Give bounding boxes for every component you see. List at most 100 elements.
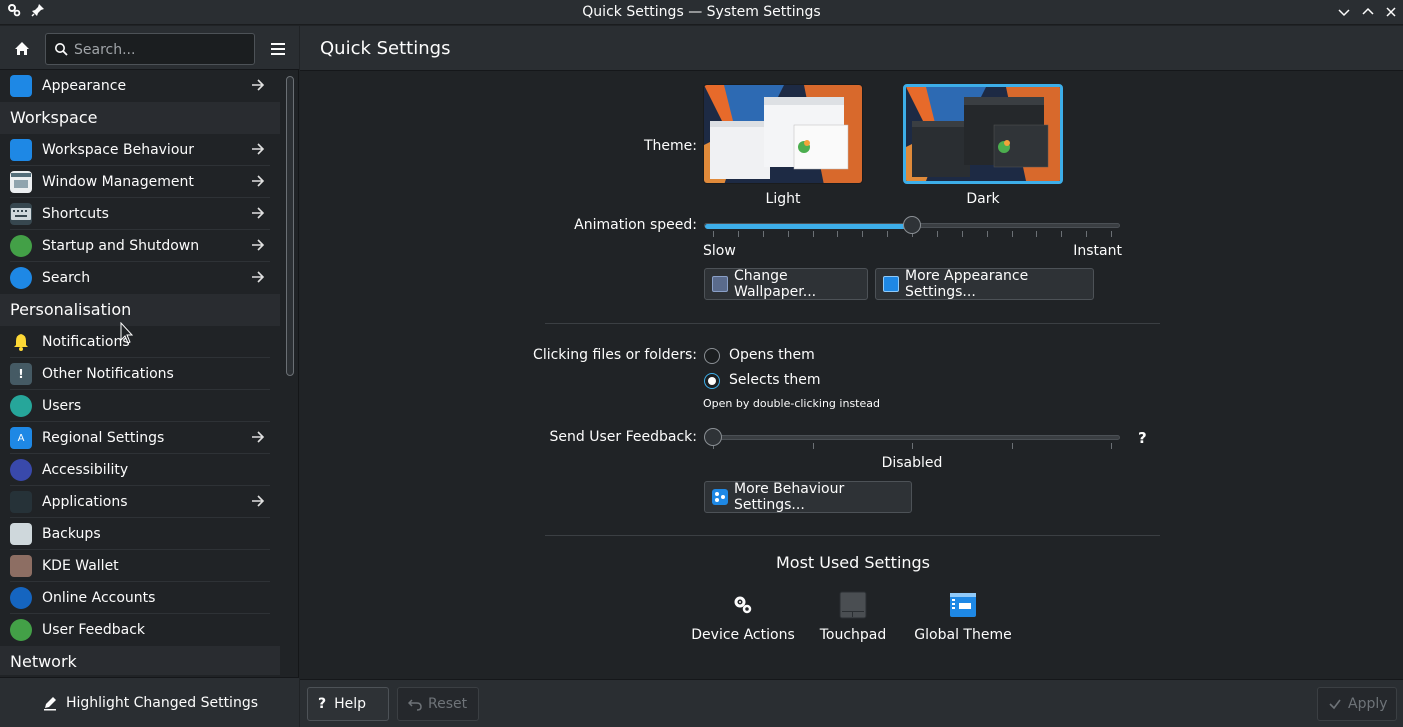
- sidebar-item-notifications[interactable]: Notifications: [0, 326, 280, 358]
- theme-dark-thumbnail[interactable]: [903, 84, 1063, 184]
- animation-min-label: Slow: [703, 243, 736, 259]
- page-header: Quick Settings: [300, 26, 1403, 71]
- home-icon[interactable]: [10, 37, 34, 61]
- wallet-icon: [10, 555, 32, 577]
- sidebar-category: Personalisation: [0, 294, 280, 326]
- hamburger-menu-icon[interactable]: [268, 40, 288, 58]
- feedback-slider-handle[interactable]: [704, 428, 722, 446]
- animation-max-label: Instant: [1073, 243, 1122, 259]
- touchpad-icon: [839, 591, 867, 619]
- sidebar-item-users[interactable]: Users: [0, 390, 280, 422]
- reset-label: Reset: [428, 696, 468, 712]
- click-hint-text: Open by double-clicking instead: [703, 397, 880, 410]
- device-actions-label: Device Actions: [691, 627, 795, 643]
- help-question-icon[interactable]: ?: [1138, 429, 1147, 447]
- sidebar-item-label: Regional Settings: [42, 430, 165, 446]
- divider: [545, 323, 1160, 324]
- mouse-cursor: [120, 321, 134, 348]
- title-bar: Quick Settings — System Settings: [0, 0, 1403, 25]
- opens-them-radio[interactable]: [704, 348, 720, 364]
- slider-tick: [762, 231, 764, 237]
- maximize-button[interactable]: [1358, 3, 1378, 21]
- online-accounts-icon: [10, 587, 32, 609]
- feedback-slider-track[interactable]: [704, 435, 1120, 440]
- more-appearance-button[interactable]: More Appearance Settings...: [875, 268, 1094, 300]
- most-used-device-actions[interactable]: Device Actions: [688, 591, 798, 643]
- close-button[interactable]: [1381, 3, 1401, 21]
- selects-them-label[interactable]: Selects them: [729, 372, 821, 388]
- sidebar-item-kde-wallet[interactable]: KDE Wallet: [0, 550, 280, 582]
- theme-dark-label: Dark: [966, 191, 1000, 207]
- arrow-right-icon: [246, 205, 270, 224]
- sidebar-item-appearance[interactable]: Appearance: [0, 70, 280, 102]
- slider-tick: [812, 443, 814, 449]
- more-behaviour-button[interactable]: More Behaviour Settings...: [704, 481, 912, 513]
- sidebar-item-other-notifications[interactable]: ! Other Notifications: [0, 358, 280, 390]
- apply-label: Apply: [1348, 696, 1388, 712]
- sidebar-item-regional-settings[interactable]: A Regional Settings: [0, 422, 280, 454]
- opens-them-label[interactable]: Opens them: [729, 347, 815, 363]
- touchpad-label: Touchpad: [819, 627, 887, 643]
- applications-icon: [10, 491, 32, 513]
- sidebar-item-search[interactable]: Search: [0, 262, 280, 294]
- sidebar-item-backups[interactable]: Backups: [0, 518, 280, 550]
- sidebar-scrollbar[interactable]: [286, 76, 294, 376]
- sidebar-footer: Highlight Changed Settings: [0, 677, 299, 727]
- highlight-changed-button[interactable]: Highlight Changed Settings: [40, 689, 260, 717]
- arrow-right-icon: [246, 269, 270, 288]
- animation-slider-handle[interactable]: [903, 216, 921, 234]
- search-field[interactable]: [45, 33, 255, 65]
- sidebar-item-label: Online Accounts: [42, 590, 156, 606]
- global-theme-icon: [949, 591, 977, 619]
- footer-bar: ? Help Reset Apply: [300, 679, 1403, 727]
- sidebar-item-startup-and-shutdown[interactable]: Startup and Shutdown: [0, 230, 280, 262]
- arrow-right-icon: [246, 77, 270, 96]
- check-icon: [1328, 697, 1342, 711]
- sidebar-item-applications[interactable]: Applications: [0, 486, 280, 518]
- sidebar-item-online-accounts[interactable]: Online Accounts: [0, 582, 280, 614]
- slider-tick: [812, 231, 814, 237]
- sidebar-item-shortcuts[interactable]: Shortcuts: [0, 198, 280, 230]
- sidebar-item-accessibility[interactable]: Accessibility: [0, 454, 280, 486]
- reset-button[interactable]: Reset: [397, 687, 479, 721]
- slider-tick: [887, 231, 889, 237]
- sidebar-item-label: User Feedback: [42, 622, 146, 638]
- sidebar-item-user-feedback[interactable]: User Feedback: [0, 614, 280, 646]
- global-theme-label: Global Theme: [914, 627, 1012, 643]
- arrow-right-icon: [246, 173, 270, 192]
- workspace-icon: [10, 139, 32, 161]
- minimize-button[interactable]: [1334, 3, 1354, 21]
- slider-tick: [1011, 231, 1013, 237]
- apply-button[interactable]: Apply: [1317, 687, 1397, 721]
- sidebar-toolbar: [0, 26, 299, 70]
- language-icon: A: [10, 427, 32, 449]
- sidebar-item-label: Accessibility: [42, 462, 129, 478]
- send-feedback-label: Send User Feedback:: [549, 429, 697, 445]
- most-used-title: Most Used Settings: [775, 553, 931, 572]
- slider-tick: [1086, 231, 1088, 237]
- help-button[interactable]: ? Help: [307, 687, 389, 721]
- slider-tick: [1111, 443, 1112, 449]
- rocket-icon: [10, 235, 32, 257]
- animation-speed-label: Animation speed:: [574, 217, 697, 233]
- sidebar-item-label: Notifications: [42, 334, 130, 350]
- sidebar-item-label: Workspace Behaviour: [42, 142, 195, 158]
- selects-them-radio[interactable]: [704, 373, 720, 389]
- help-label: Help: [334, 696, 367, 712]
- search-icon: [54, 42, 68, 60]
- change-wallpaper-button[interactable]: Change Wallpaper...: [704, 268, 868, 300]
- sidebar-item-window-management[interactable]: Window Management: [0, 166, 280, 198]
- theme-light-thumbnail[interactable]: [703, 84, 863, 184]
- arrow-right-icon: [246, 237, 270, 256]
- arrow-right-icon: [246, 429, 270, 448]
- divider: [545, 535, 1160, 536]
- search-icon: [10, 267, 32, 289]
- search-input[interactable]: [74, 40, 244, 60]
- feedback-value-label: Disabled: [881, 455, 943, 471]
- appearance-icon: [10, 75, 32, 97]
- sidebar-item-label: KDE Wallet: [42, 558, 119, 574]
- workspace-icon: [712, 489, 728, 505]
- most-used-global-theme[interactable]: Global Theme: [908, 591, 1018, 643]
- most-used-touchpad[interactable]: Touchpad: [798, 591, 908, 643]
- sidebar-item-workspace-behaviour[interactable]: Workspace Behaviour: [0, 134, 280, 166]
